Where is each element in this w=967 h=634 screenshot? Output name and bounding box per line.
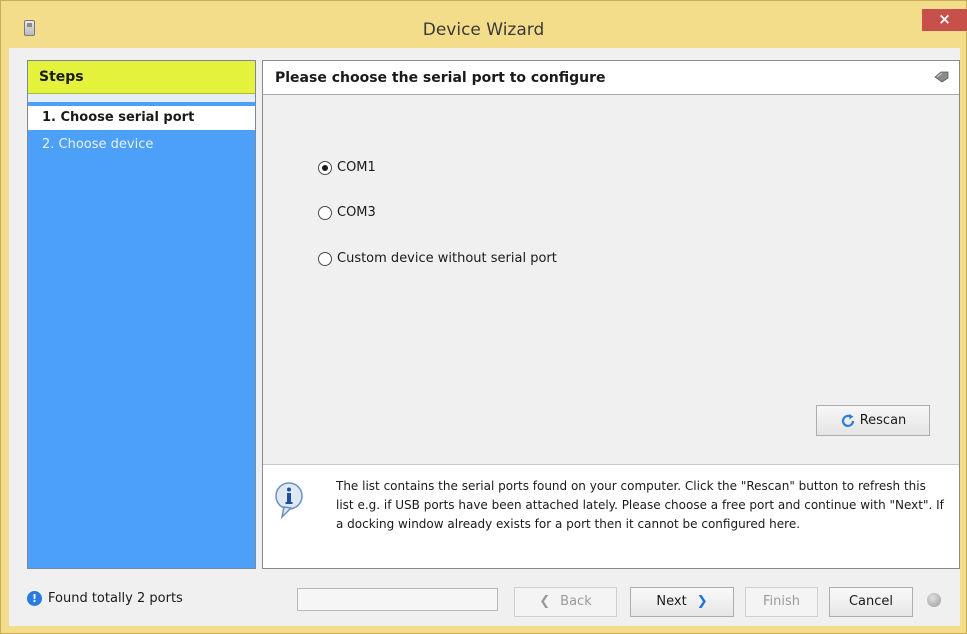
steps-divider — [28, 94, 255, 102]
port-option-com3[interactable]: COM3 — [318, 203, 376, 223]
cancel-button[interactable]: Cancel — [829, 587, 913, 617]
info-text: The list contains the serial ports found… — [336, 479, 944, 531]
rescan-button[interactable]: Rescan — [816, 405, 930, 436]
tag-icon — [934, 71, 949, 83]
step-choose-device: 2. Choose device — [42, 137, 154, 152]
info-bubble-icon — [275, 482, 303, 520]
chevron-left-icon: ❮ — [539, 594, 551, 609]
back-label: Back — [560, 594, 592, 609]
content-panel: Please choose the serial port to configu… — [262, 60, 960, 569]
wizard-client-area: Steps 1. Choose serial port 2. Choose de… — [9, 48, 960, 626]
window-title: Device Wizard — [422, 20, 545, 40]
port-option-label: COM1 — [337, 160, 376, 175]
port-option-label: Custom device without serial port — [337, 251, 557, 266]
port-option-com1[interactable]: COM1 — [318, 158, 376, 178]
next-button[interactable]: Next ❯ — [630, 587, 734, 617]
radio-button[interactable] — [318, 206, 332, 220]
radio-button[interactable] — [318, 252, 332, 266]
port-option-label: COM3 — [337, 205, 376, 220]
steps-header: Steps — [28, 61, 255, 94]
step-choose-serial-port: 1. Choose serial port — [28, 106, 255, 130]
title-bar[interactable]: Device Wizard × — [1, 1, 967, 48]
page-title: Please choose the serial port to configu… — [263, 61, 959, 95]
rescan-label: Rescan — [859, 413, 907, 428]
page-title-text: Please choose the serial port to configu… — [275, 70, 606, 86]
radio-button-selected[interactable] — [318, 161, 332, 175]
info-box: The list contains the serial ports found… — [263, 464, 959, 568]
refresh-icon — [841, 413, 854, 427]
alert-icon: ! — [27, 591, 42, 606]
status-text: Found totally 2 ports — [48, 591, 183, 606]
busy-indicator-icon — [927, 593, 941, 607]
port-option-custom-device[interactable]: Custom device without serial port — [318, 249, 557, 269]
device-wizard-window: Device Wizard × Steps 1. Choose serial p… — [0, 0, 967, 634]
close-button[interactable]: × — [922, 9, 967, 31]
finish-button[interactable]: Finish — [745, 587, 818, 617]
next-label: Next — [656, 594, 687, 609]
chevron-right-icon: ❯ — [696, 594, 708, 609]
progress-bar — [297, 588, 498, 611]
steps-panel: Steps 1. Choose serial port 2. Choose de… — [27, 60, 256, 569]
status-bar: ! Found totally 2 ports — [27, 588, 183, 610]
back-button[interactable]: ❮ Back — [514, 587, 617, 617]
